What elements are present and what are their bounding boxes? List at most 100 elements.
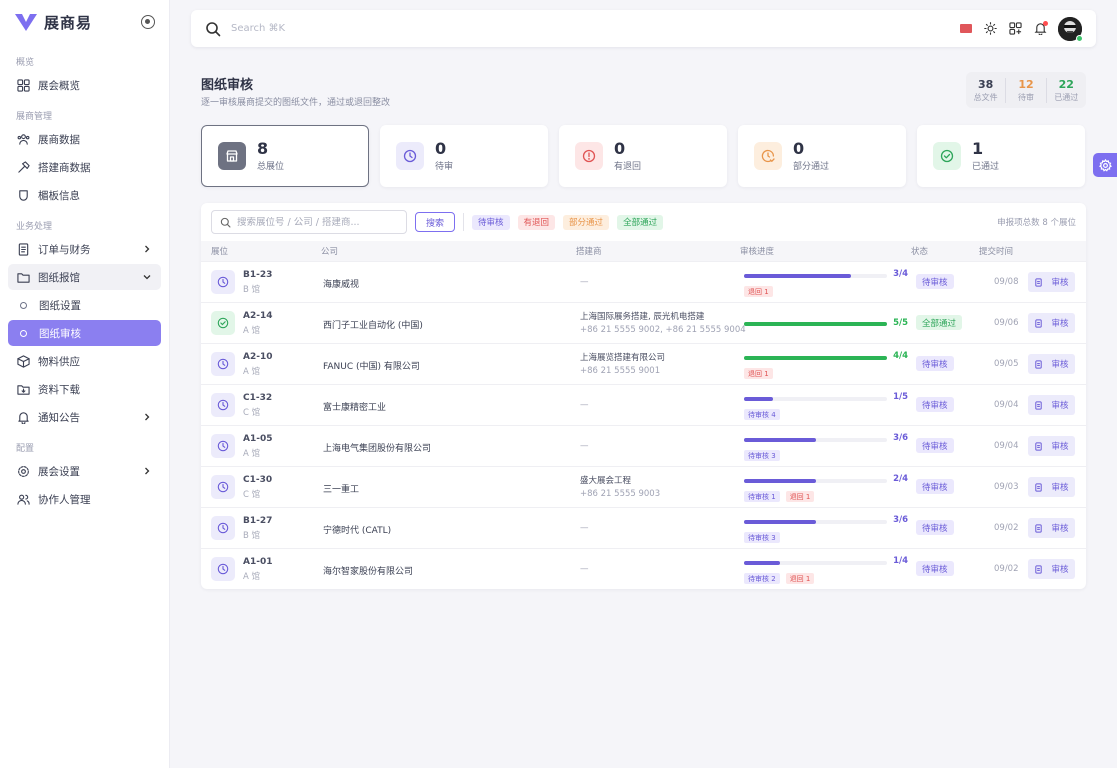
review-button[interactable]: 审核 [1028,518,1075,538]
store-icon [218,142,246,170]
stat-label: 总展位 [257,162,285,172]
table-row[interactable]: A2-10 A 馆 FANUC (中国) 有限公司 上海展览搭建有限公司 +86 21 … [201,343,1086,384]
search-button[interactable]: 搜索 [415,212,456,232]
sidebar-item[interactable]: 订单与财务 [8,236,161,262]
table-row[interactable]: A2-14 A 馆 西门子工业自动化 (中国) 上海国际展务搭建, 辰光机电搭建 +86… [201,302,1086,343]
sidebar-item[interactable]: 图纸审核 [8,320,161,346]
company-name: 上海电气集团股份有限公司 [323,444,432,454]
sidebar-item-label: 搭建商数据 [38,161,91,174]
summary-stat: 38 总文件 [966,77,1007,103]
document-icon [1034,400,1047,410]
nav-section-title: 配置 [16,444,35,454]
table-row[interactable]: B1-27 B 馆 宁德时代 (CATL) — 3/6 待审核 3 待审核 09/02 审核 [201,507,1086,548]
brand[interactable]: 展商易 [0,2,169,42]
review-button[interactable]: 审核 [1028,559,1075,579]
booth-hall: A 馆 [243,367,261,377]
notification-bell-icon[interactable] [1033,20,1048,36]
sidebar-item[interactable]: 搭建商数据 [8,154,161,180]
filter-chip-partial[interactable]: 部分通过 [563,214,610,230]
progress-tag-pending: 待审核 4 [744,409,780,420]
table-body: B1-23 B 馆 海康威视 — 3/4 退回 1 待审核 09/08 审核 A2-14 A 馆 西门… [201,261,1086,589]
stat-value: 0 [793,139,805,158]
theme-sun-icon[interactable] [983,22,997,36]
stat-card[interactable]: 0 待审 [380,125,548,187]
collapse-sidebar-icon[interactable] [141,15,155,29]
language-flag-icon[interactable] [960,24,972,33]
status-cell: 待审核 [916,397,954,412]
review-button[interactable]: 审核 [1028,395,1075,415]
table-row[interactable]: C1-32 C 馆 富士康精密工业 — 1/5 待审核 4 待审核 09/04 审核 [201,384,1086,425]
submit-date: 09/03 [994,482,1019,492]
progress-tags: 待审核 1 退回 1 [744,491,815,502]
apps-grid-icon[interactable] [1008,22,1022,36]
sidebar-item[interactable]: 图纸设置 [8,292,161,318]
clock-icon [211,270,235,294]
company-name: 海尔智家股份有限公司 [323,567,414,577]
hammer-icon [16,160,30,174]
filter-chip-passed[interactable]: 全部通过 [617,214,664,230]
booth-count-text: 申报项总数 8 个展位 [997,218,1076,228]
progress-ratio: 3/6 [893,515,908,525]
status-badge: 待审核 [916,274,954,289]
company-name: FANUC (中国) 有限公司 [323,362,420,372]
summary-label: 待审 [1017,92,1034,102]
filter-chip-pending[interactable]: 待审核 [472,214,510,230]
review-button[interactable]: 审核 [1028,272,1075,292]
col-progress: 审核进度 [740,247,775,257]
check-circle-icon [933,142,961,170]
progress-fill [744,274,852,278]
progress-fill [744,438,816,442]
stat-card[interactable]: 0 部分通过 [738,125,906,187]
filter-divider [463,213,465,231]
table-search-box[interactable] [211,210,407,234]
builder-empty: — [580,523,589,533]
stat-card[interactable]: 0 有退回 [559,125,727,187]
sidebar-item[interactable]: 资料下载 [8,376,161,402]
sidebar-item-label: 图纸设置 [39,299,81,312]
progress-fill [744,397,773,401]
sidebar-item[interactable]: 图纸报馆 [8,264,161,290]
sidebar-item[interactable]: 协作人管理 [8,486,161,512]
settings-drawer-button[interactable] [1093,153,1117,177]
sidebar-item[interactable]: 物料供应 [8,348,161,374]
table-row[interactable]: B1-23 B 馆 海康威视 — 3/4 退回 1 待审核 09/08 审核 [201,261,1086,302]
status-badge: 待审核 [916,438,954,453]
review-button[interactable]: 审核 [1028,313,1075,333]
builder-cell: 上海展览搭建有限公司 +86 21 5555 9001 [580,352,665,378]
status-badge: 待审核 [916,520,954,535]
progress-tag-pending: 待审核 1 [744,491,780,502]
stat-card[interactable]: 8 总展位 [201,125,369,187]
review-button[interactable]: 审核 [1028,436,1075,456]
company-name: 三一重工 [323,485,360,495]
stat-card[interactable]: 1 已通过 [917,125,1085,187]
sub-item-dot-icon [20,329,27,337]
table-row[interactable]: A1-01 A 馆 海尔智家股份有限公司 — 1/4 待审核 2 退回 1 待审核 09/02 审… [201,548,1086,589]
sidebar-item[interactable]: 楣板信息 [8,182,161,208]
progress-tag-pending: 待审核 2 [744,573,780,584]
review-button[interactable]: 审核 [1028,354,1075,374]
sidebar-item-label: 展会概览 [38,79,80,92]
status-cell: 待审核 [916,561,954,576]
status-badge: 待审核 [916,356,954,371]
review-button[interactable]: 审核 [1028,477,1075,497]
global-search-input[interactable] [231,23,531,34]
progress-tag-pending: 待审核 3 [744,532,780,543]
builder-name: 盛大展会工程 [580,476,632,486]
folder-download-icon [16,382,30,396]
table-row[interactable]: A1-05 A 馆 上海电气集团股份有限公司 — 3/6 待审核 3 待审核 09/04 审核 [201,425,1086,466]
sidebar-item[interactable]: 展会概览 [8,72,161,98]
sidebar-item[interactable]: 展会设置 [8,458,161,484]
stat-value: 8 [257,139,269,158]
user-avatar[interactable] [1058,16,1083,42]
table-search-input[interactable] [237,216,397,228]
bell-icon [16,410,30,424]
clock-icon [211,475,235,499]
table-row[interactable]: C1-30 C 馆 三一重工 盛大展会工程 +86 21 5555 9003 2/4 待审核… [201,466,1086,507]
status-badge: 待审核 [916,479,954,494]
submit-date: 09/06 [994,318,1019,328]
sidebar-item[interactable]: 展商数据 [8,126,161,152]
progress-ratio: 4/4 [893,351,908,361]
filter-chip-returned[interactable]: 有退回 [517,214,556,230]
stat-value: 0 [435,139,447,158]
sidebar-item[interactable]: 通知公告 [8,404,161,430]
